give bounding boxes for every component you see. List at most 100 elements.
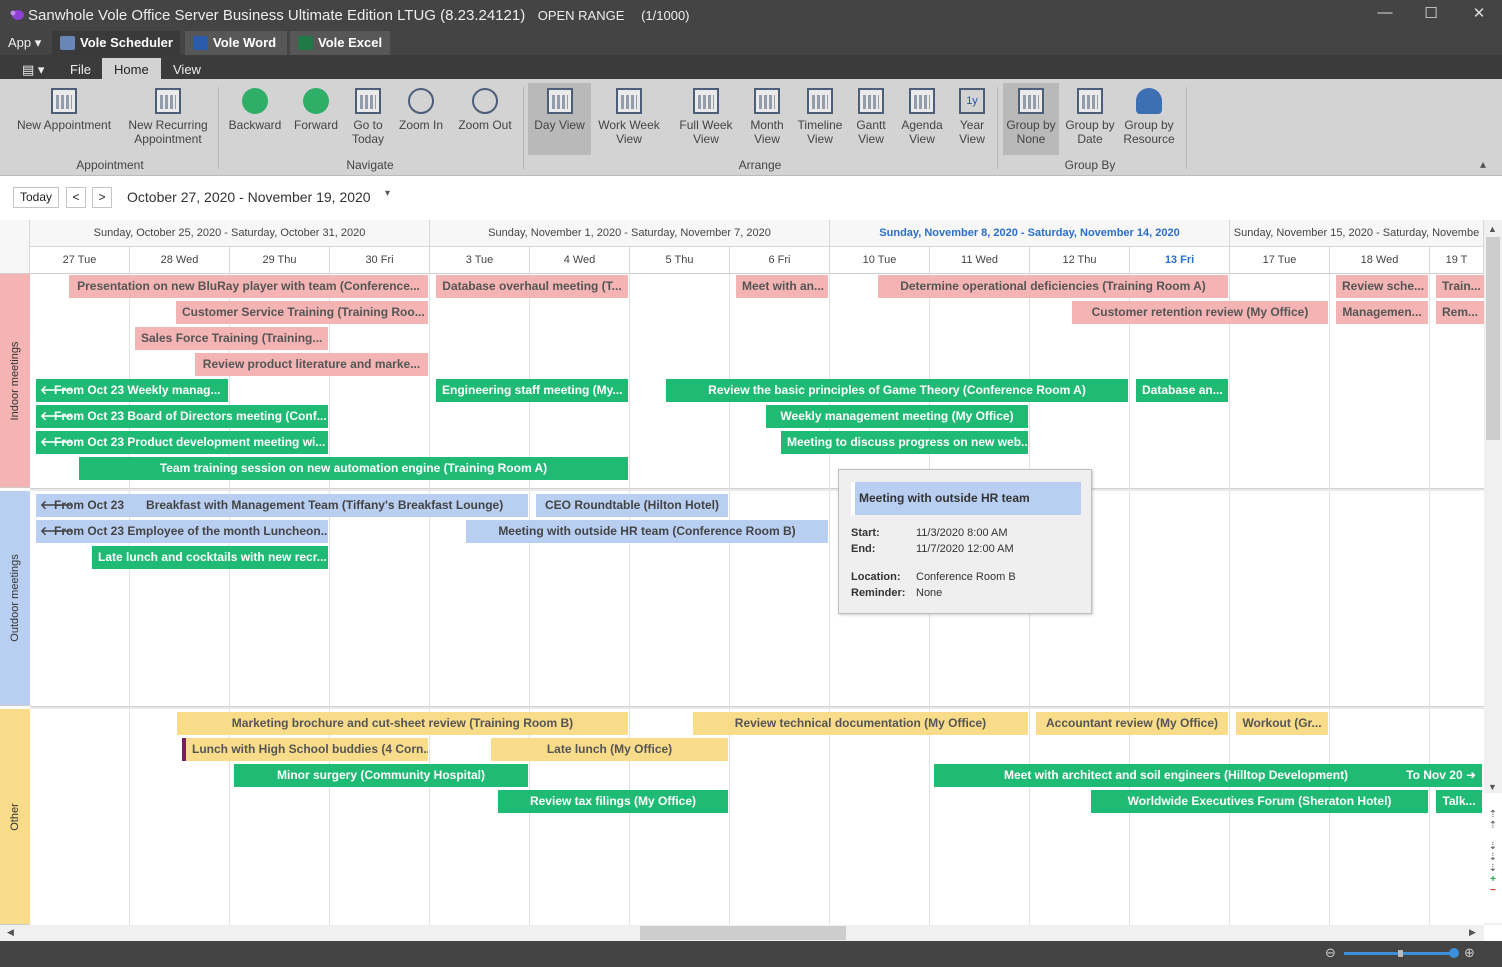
- tab-vole-word[interactable]: Vole Word: [185, 31, 287, 55]
- appointment[interactable]: Customer retention review (My Office): [1068, 301, 1328, 324]
- appointment[interactable]: Review the basic principles of Game Theo…: [662, 379, 1128, 402]
- appointment[interactable]: 🡐 From Oct 23 Weekly manag...: [32, 379, 228, 402]
- today-button[interactable]: Today: [13, 187, 59, 208]
- zoom-out-button[interactable]: Zoom Out: [454, 83, 516, 155]
- horizontal-scroll-thumb[interactable]: [640, 926, 846, 940]
- zoom-slider-thumb[interactable]: [1448, 948, 1459, 958]
- zoom-out-icon[interactable]: ⊖: [1325, 945, 1336, 961]
- quick-access-menu[interactable]: ▤ ▾: [10, 58, 56, 79]
- day-header: 28 Wed: [130, 247, 230, 274]
- zoom-in-button[interactable]: Zoom In: [394, 83, 448, 155]
- horizontal-scrollbar[interactable]: ◀ ▶: [0, 925, 1484, 941]
- new-appointment-button[interactable]: New Appointment: [10, 83, 118, 155]
- appointment[interactable]: Weekly management meeting (My Office): [762, 405, 1028, 428]
- zoom-center-tick: [1398, 950, 1403, 957]
- zoom-in-icon[interactable]: ⊕: [1464, 945, 1475, 961]
- appointment[interactable]: Worldwide Executives Forum (Sheraton Hot…: [1087, 790, 1428, 813]
- appointment[interactable]: Train...: [1432, 275, 1484, 298]
- tab-vole-excel[interactable]: Vole Excel: [290, 31, 390, 55]
- appointment[interactable]: Lunch with High School buddies (4 Corn..…: [182, 738, 428, 761]
- timeline-view-button[interactable]: Timeline View: [796, 83, 844, 155]
- date-navigation-bar: Today < > October 27, 2020 - November 19…: [0, 176, 1502, 220]
- appointment[interactable]: Late lunch (My Office): [487, 738, 728, 761]
- new-recurring-appointment-button[interactable]: New Recurring Appointment: [124, 83, 212, 155]
- appointment[interactable]: Database an...: [1132, 379, 1228, 402]
- next-button[interactable]: >: [92, 187, 112, 208]
- tab-file[interactable]: File: [58, 58, 103, 79]
- appointment[interactable]: Rem...: [1432, 301, 1484, 324]
- appointment-selected[interactable]: Meeting with outside HR team (Conference…: [462, 520, 828, 543]
- backward-button[interactable]: Backward: [226, 83, 284, 155]
- week-header: Sunday, November 15, 2020 - Saturday, No…: [1230, 220, 1484, 247]
- appointment[interactable]: Managemen...: [1332, 301, 1428, 324]
- collapse-ribbon-icon[interactable]: ▴: [1480, 157, 1486, 171]
- maximize-button[interactable]: ☐: [1408, 4, 1454, 26]
- day-header: 5 Thu: [630, 247, 730, 274]
- appointment[interactable]: 🡐 From Oct 23 Breakfast with Management Te…: [32, 494, 528, 517]
- appointment[interactable]: Sales Force Training (Training...: [131, 327, 328, 350]
- appointment[interactable]: Review product literature and marke...: [191, 353, 428, 376]
- day-header: 12 Thu: [1030, 247, 1130, 274]
- appointment[interactable]: Presentation on new BluRay player with t…: [65, 275, 428, 298]
- appointment[interactable]: Minor surgery (Community Hospital): [230, 764, 528, 787]
- date-range-label[interactable]: October 27, 2020 - November 19, 2020: [127, 189, 371, 205]
- chevron-down-icon[interactable]: ▾: [385, 188, 390, 199]
- agenda-view-button[interactable]: Agenda View: [898, 83, 946, 155]
- resource-other: Other: [0, 709, 30, 925]
- tab-home[interactable]: Home: [102, 58, 161, 79]
- appointment[interactable]: 🡐 From Oct 23 Board of Directors meeting …: [32, 405, 328, 428]
- scroll-down-icon[interactable]: ▼: [1488, 782, 1497, 792]
- appointment[interactable]: Customer Service Training (Training Roo.…: [172, 301, 428, 324]
- appointment[interactable]: Meeting to discuss progress on new web..…: [777, 431, 1028, 454]
- appointment[interactable]: Meet with architect and soil engineers (…: [930, 764, 1482, 787]
- prev-page-icon[interactable]: ⇡: [1484, 820, 1502, 831]
- last-resource-icon[interactable]: ⇣: [1484, 863, 1502, 874]
- forward-button[interactable]: Forward: [290, 83, 342, 155]
- excel-icon: [298, 36, 313, 50]
- appointment[interactable]: Meet with an...: [732, 275, 828, 298]
- appointment[interactable]: 🡐 From Oct 23 Employee of the month Lunch…: [32, 520, 328, 543]
- app-menu[interactable]: App ▾: [8, 35, 41, 51]
- month-view-button[interactable]: Month View: [746, 83, 788, 155]
- full-week-view-button[interactable]: Full Week View: [670, 83, 742, 155]
- scroll-left-icon[interactable]: ◀: [7, 927, 14, 938]
- appointment[interactable]: Team training session on new automation …: [75, 457, 628, 480]
- next-page-icon[interactable]: ⇣: [1484, 841, 1502, 852]
- tab-vole-scheduler[interactable]: Vole Scheduler: [52, 31, 180, 55]
- appointment[interactable]: Review sche...: [1332, 275, 1428, 298]
- appointment[interactable]: Database overhaul meeting (T...: [432, 275, 628, 298]
- increase-resources-icon[interactable]: +: [1484, 874, 1502, 885]
- group-by-none-button[interactable]: Group by None: [1003, 83, 1059, 155]
- appointment[interactable]: 🡐 From Oct 23 Product development meeting…: [32, 431, 328, 454]
- close-button[interactable]: ✕: [1456, 4, 1502, 26]
- appointment[interactable]: Workout (Gr...: [1232, 712, 1328, 735]
- go-to-today-button[interactable]: Go to Today: [346, 83, 390, 155]
- day-view-button[interactable]: Day View: [528, 83, 591, 155]
- minimize-button[interactable]: —: [1362, 4, 1408, 26]
- gantt-view-button[interactable]: Gantt View: [850, 83, 892, 155]
- appointment[interactable]: Review tax filings (My Office): [494, 790, 728, 813]
- appointment[interactable]: Determine operational deficiencies (Trai…: [874, 275, 1228, 298]
- decrease-resources-icon[interactable]: −: [1484, 885, 1502, 896]
- scroll-up-icon[interactable]: ▲: [1488, 224, 1497, 234]
- tab-view[interactable]: View: [161, 58, 213, 79]
- first-resource-icon[interactable]: ⇡: [1484, 809, 1502, 820]
- appointment[interactable]: Review technical documentation (My Offic…: [689, 712, 1028, 735]
- appointment[interactable]: Engineering staff meeting (My...: [432, 379, 628, 402]
- tooltip-reminder-label: Reminder:: [851, 587, 906, 599]
- previous-button[interactable]: <: [66, 187, 86, 208]
- appointment[interactable]: Marketing brochure and cut-sheet review …: [173, 712, 628, 735]
- work-week-view-button[interactable]: Work Week View: [596, 83, 662, 155]
- appointment[interactable]: CEO Roundtable (Hilton Hotel): [532, 494, 728, 517]
- appointment[interactable]: Talk...: [1432, 790, 1482, 813]
- record-count: (1/1000): [641, 8, 690, 23]
- scroll-right-icon[interactable]: ▶: [1469, 927, 1476, 938]
- year-view-button[interactable]: 1y Year View: [952, 83, 992, 155]
- next-resource-icon[interactable]: ⇣: [1484, 852, 1502, 863]
- group-by-resource-button[interactable]: Group by Resource: [1120, 83, 1178, 155]
- vertical-scroll-thumb[interactable]: [1486, 237, 1500, 440]
- group-by-date-button[interactable]: Group by Date: [1064, 83, 1116, 155]
- appointment[interactable]: Late lunch and cocktails with new recr..…: [88, 546, 328, 569]
- full-week-icon: [693, 88, 719, 114]
- appointment[interactable]: Accountant review (My Office): [1032, 712, 1228, 735]
